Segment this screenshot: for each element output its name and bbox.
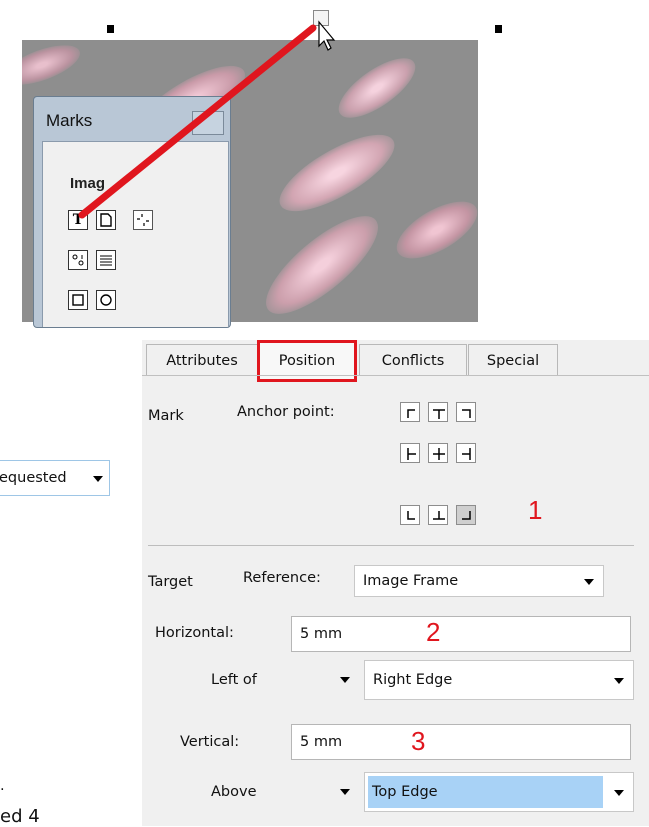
anchor-bottom-right[interactable] xyxy=(456,505,476,525)
drag-annotation-line xyxy=(78,20,336,219)
mark-section-label: Mark xyxy=(148,408,184,424)
horizontal-relation-value: Left of xyxy=(211,672,257,688)
anchor-point-label: Anchor point: xyxy=(237,404,335,420)
reference-dropdown[interactable]: Image Frame xyxy=(354,565,604,597)
anchor-top-left[interactable] xyxy=(400,402,420,422)
vertical-relation-value: Above xyxy=(211,784,257,800)
anchor-top-right[interactable] xyxy=(456,402,476,422)
reference-dropdown-value: Image Frame xyxy=(363,573,459,589)
tab-attributes-label: Attributes xyxy=(166,352,238,369)
anchor-bottom-center[interactable] xyxy=(428,505,448,525)
horizontal-offset-value: 5 mm xyxy=(300,626,343,642)
callout-3: 3 xyxy=(411,726,426,756)
horizontal-edge-dropdown[interactable]: Right Edge xyxy=(364,660,634,700)
callout-1: 1 xyxy=(528,495,543,525)
fragment-text-2: ed 4 xyxy=(0,806,40,827)
vertical-edge-value: Top Edge xyxy=(368,776,603,808)
horizontal-label: Horizontal: xyxy=(155,625,234,641)
tab-special-label: Special xyxy=(486,352,540,369)
anchor-middle-right[interactable] xyxy=(456,443,476,463)
reference-label: Reference: xyxy=(243,570,321,586)
tab-special[interactable]: Special xyxy=(468,344,558,376)
tab-attributes[interactable]: Attributes xyxy=(146,344,258,376)
tab-conflicts[interactable]: Conflicts xyxy=(359,344,467,376)
vertical-relation-dropdown[interactable]: Above xyxy=(203,772,358,812)
anchor-middle-left[interactable] xyxy=(400,443,420,463)
target-section-label: Target xyxy=(148,574,193,590)
horizontal-offset-field[interactable]: 5 mm xyxy=(291,616,631,652)
callout-2: 2 xyxy=(426,617,441,647)
tab-position-label: Position xyxy=(278,353,336,369)
section-separator xyxy=(148,545,634,546)
vertical-offset-value: 5 mm xyxy=(300,734,343,750)
vertical-offset-field[interactable]: 5 mm xyxy=(291,724,631,760)
anchor-top-center[interactable] xyxy=(428,402,448,422)
horizontal-edge-value: Right Edge xyxy=(373,672,453,688)
vertical-label: Vertical: xyxy=(180,734,240,750)
tab-conflicts-label: Conflicts xyxy=(381,352,445,369)
tab-panel-border xyxy=(142,375,649,376)
horizontal-relation-dropdown[interactable]: Left of xyxy=(203,660,358,700)
fragment-text-1: . xyxy=(0,778,5,794)
anchor-center[interactable] xyxy=(428,443,448,463)
vertical-edge-dropdown[interactable]: Top Edge xyxy=(364,772,634,812)
requested-dropdown-value: equested xyxy=(0,470,67,486)
requested-dropdown[interactable]: equested xyxy=(0,460,110,496)
anchor-bottom-left[interactable] xyxy=(400,505,420,525)
